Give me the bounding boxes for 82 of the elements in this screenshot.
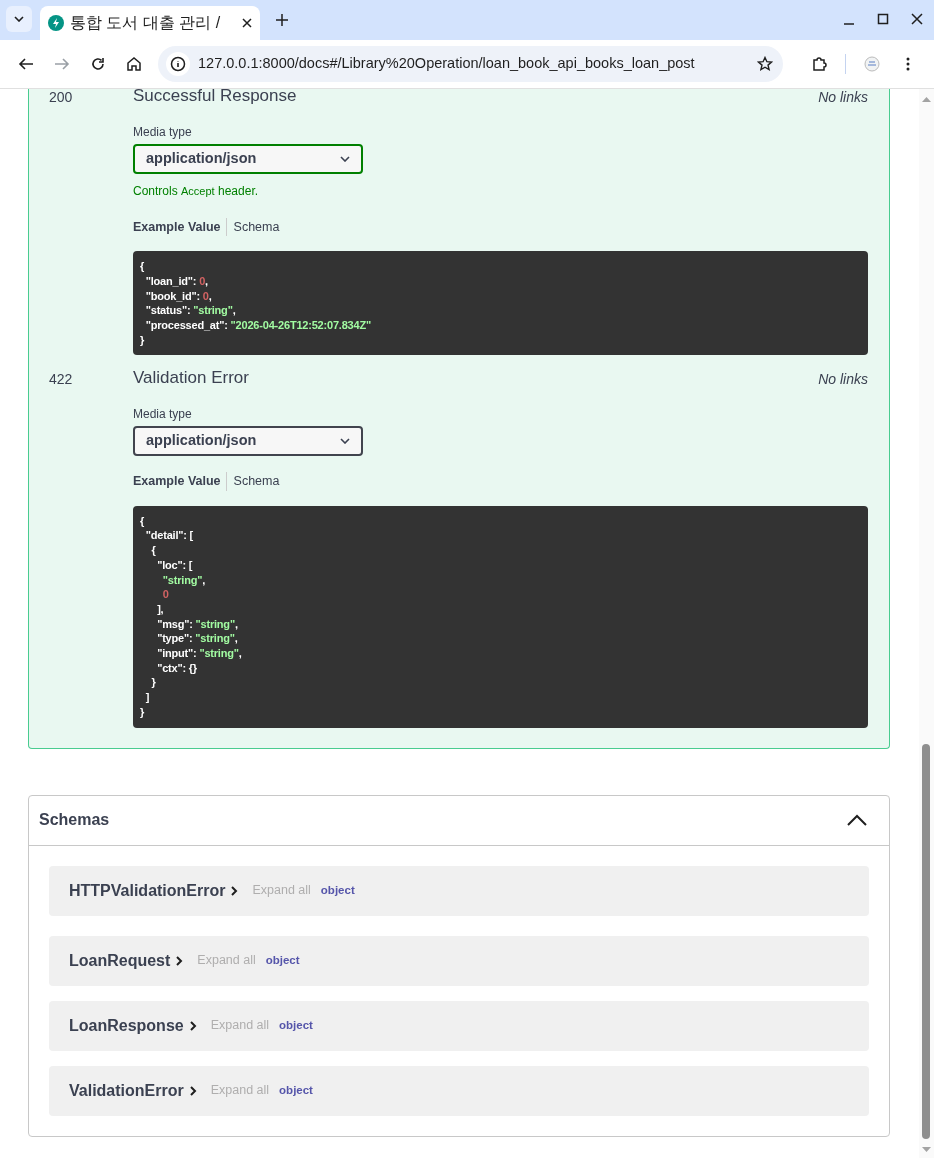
example-value-tab[interactable]: Example Value xyxy=(133,471,227,491)
star-icon xyxy=(757,56,773,72)
schema-row[interactable]: HTTPValidationError Expand all object xyxy=(49,865,869,916)
bolt-logo-icon xyxy=(48,15,64,31)
maximize-icon xyxy=(877,13,889,25)
scroll-down-icon xyxy=(922,1147,931,1152)
code-line: "ctx": {} xyxy=(156,660,198,676)
schema-name[interactable]: LoanRequest xyxy=(69,948,190,973)
close-icon xyxy=(911,13,923,25)
code-line: ] xyxy=(144,690,151,705)
chevron-down-icon xyxy=(340,155,350,162)
schema-tab[interactable]: Schema xyxy=(226,217,280,237)
type-label: object xyxy=(279,1017,313,1033)
address-bar[interactable]: 127.0.0.1:8000/docs#/Library%20Operation/loan_book_api_books_loan_post xyxy=(158,46,783,82)
field-label: Media type xyxy=(133,405,193,423)
code-line: ], xyxy=(156,601,165,617)
type-label: object xyxy=(265,952,300,968)
code-line: "string", xyxy=(161,572,207,588)
controls-note: Controls Accept header. xyxy=(133,182,260,200)
links-text: No links xyxy=(818,89,868,107)
code-line: "input": "string", xyxy=(156,646,243,661)
schema-name[interactable]: HTTPValidationError xyxy=(69,878,245,903)
forward-arrow-icon xyxy=(54,56,70,72)
schema-row[interactable]: ValidationError Expand all object xyxy=(49,1065,869,1116)
media-type-select[interactable]: application/json xyxy=(133,143,363,174)
code-line: "detail": [ xyxy=(144,528,195,544)
response-description: Validation Error xyxy=(133,367,249,390)
tab-title: 통합 도서 대출 관리 / xyxy=(70,13,222,33)
code-line: } xyxy=(150,675,157,691)
type-label: object xyxy=(320,882,355,898)
code-line: "type": "string", xyxy=(156,631,239,647)
close-button[interactable] xyxy=(910,12,924,26)
schema-tab[interactable]: Schema xyxy=(226,471,280,491)
code-line: "loc": [ xyxy=(156,557,194,573)
tab-list-button[interactable] xyxy=(6,6,32,32)
response-description: Successful Response xyxy=(133,89,297,107)
field-label: Media type xyxy=(133,123,193,141)
puzzle-piece-icon xyxy=(811,56,827,72)
chevron-up-icon xyxy=(847,814,867,827)
home-icon xyxy=(126,56,142,72)
code-line: 0 xyxy=(161,587,170,602)
scrollbar[interactable] xyxy=(919,89,934,1158)
code-line: { xyxy=(150,543,157,558)
chevron-down-icon xyxy=(340,437,350,444)
profile-icon xyxy=(864,56,880,72)
code-line: } xyxy=(140,704,146,720)
chevron-right-icon xyxy=(189,1085,197,1096)
chevron-right-icon xyxy=(231,885,239,896)
schema-name[interactable]: LoanResponse xyxy=(69,1013,203,1038)
code-line: "processed_at": "2026-04-26T12:52:07.834Z" xyxy=(144,318,372,333)
links-text: No links xyxy=(818,370,868,390)
type-label: object xyxy=(279,1082,313,1098)
chevron-down-icon xyxy=(14,16,24,22)
code-line: { xyxy=(140,513,146,529)
url-text: 127.0.0.1:8000/docs#/Library%20Operation/loan_book_api_books_loan_post xyxy=(198,54,696,74)
code-line: "book_id": 0, xyxy=(144,288,213,304)
code-line: "status": "string", xyxy=(144,303,237,319)
maximize-button[interactable] xyxy=(876,12,890,26)
minimize-icon xyxy=(843,23,855,25)
example-value-tab[interactable]: Example Value xyxy=(133,217,227,237)
code-line: { xyxy=(140,259,146,274)
code-line: } xyxy=(140,332,146,348)
scroll-up-icon xyxy=(922,97,931,102)
status-code: 200 xyxy=(49,89,74,107)
back-arrow-icon xyxy=(18,56,34,72)
scrollbar-thumb[interactable] xyxy=(922,744,930,1139)
media-type-select[interactable]: application/json xyxy=(133,425,363,456)
schema-row[interactable]: LoanResponse Expand all object xyxy=(49,1000,869,1051)
browser-tab[interactable]: 통합 도서 대출 관리 / xyxy=(40,6,260,40)
schema-name[interactable]: ValidationError xyxy=(69,1078,203,1103)
code-line: "loan_id": 0, xyxy=(144,273,209,289)
site-info-button[interactable] xyxy=(166,52,190,76)
chevron-right-icon xyxy=(189,1020,197,1031)
section-title: Schemas xyxy=(39,810,110,831)
info-icon xyxy=(170,56,186,72)
status-code: 422 xyxy=(49,370,74,390)
plus-icon xyxy=(276,14,288,26)
chevron-right-icon xyxy=(176,955,184,966)
code-line: "msg": "string", xyxy=(156,616,239,632)
reload-icon xyxy=(90,56,106,72)
schema-row[interactable]: LoanRequest Expand all object xyxy=(49,935,869,986)
close-icon xyxy=(242,18,252,28)
